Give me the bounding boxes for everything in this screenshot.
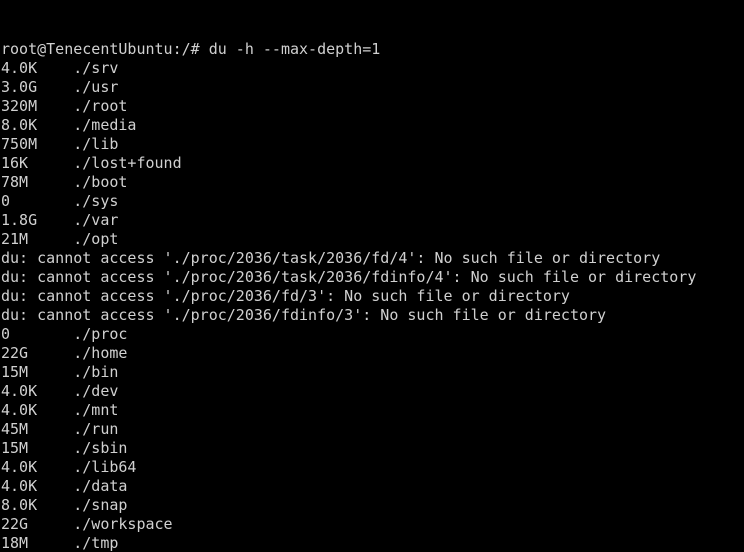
terminal-line: 0 ./sys (1, 192, 119, 210)
terminal-line: 4.0K ./lib64 (1, 458, 137, 476)
terminal-line: du: cannot access './proc/2036/fd/3': No… (1, 287, 570, 305)
terminal-line: 8.0K ./media (1, 116, 137, 134)
terminal-line: 320M ./root (1, 97, 128, 115)
terminal-line: 4.0K ./data (1, 477, 128, 495)
terminal-screen[interactable]: root@TenecentUbuntu:/# du -h --max-depth… (0, 0, 744, 552)
terminal-line: 4.0K ./mnt (1, 401, 119, 419)
terminal-line: 3.0G ./usr (1, 78, 119, 96)
terminal-line: 4.0K ./srv (1, 59, 119, 77)
terminal-line: du: cannot access './proc/2036/fdinfo/3'… (1, 306, 607, 324)
terminal-line: 15M ./bin (1, 363, 119, 381)
terminal-line: du: cannot access './proc/2036/task/2036… (1, 249, 661, 267)
terminal-line: 22G ./workspace (1, 515, 173, 533)
terminal-line: 0 ./proc (1, 325, 128, 343)
terminal-line: 45M ./run (1, 420, 119, 438)
terminal-line: 15M ./sbin (1, 439, 128, 457)
terminal-line: 750M ./lib (1, 135, 119, 153)
terminal-line: 21M ./opt (1, 230, 119, 248)
terminal-output: root@TenecentUbuntu:/# du -h --max-depth… (1, 40, 744, 552)
terminal-line: 16K ./lost+found (1, 154, 182, 172)
terminal-line: 1.8G ./var (1, 211, 119, 229)
terminal-line: 8.0K ./snap (1, 496, 128, 514)
terminal-line: 4.0K ./dev (1, 382, 119, 400)
terminal-line: 78M ./boot (1, 173, 128, 191)
terminal-line: du: cannot access './proc/2036/task/2036… (1, 268, 697, 286)
terminal-line: 18M ./tmp (1, 534, 119, 552)
terminal-line: 22G ./home (1, 344, 128, 362)
prompt-line: root@TenecentUbuntu:/# du -h --max-depth… (1, 40, 381, 58)
